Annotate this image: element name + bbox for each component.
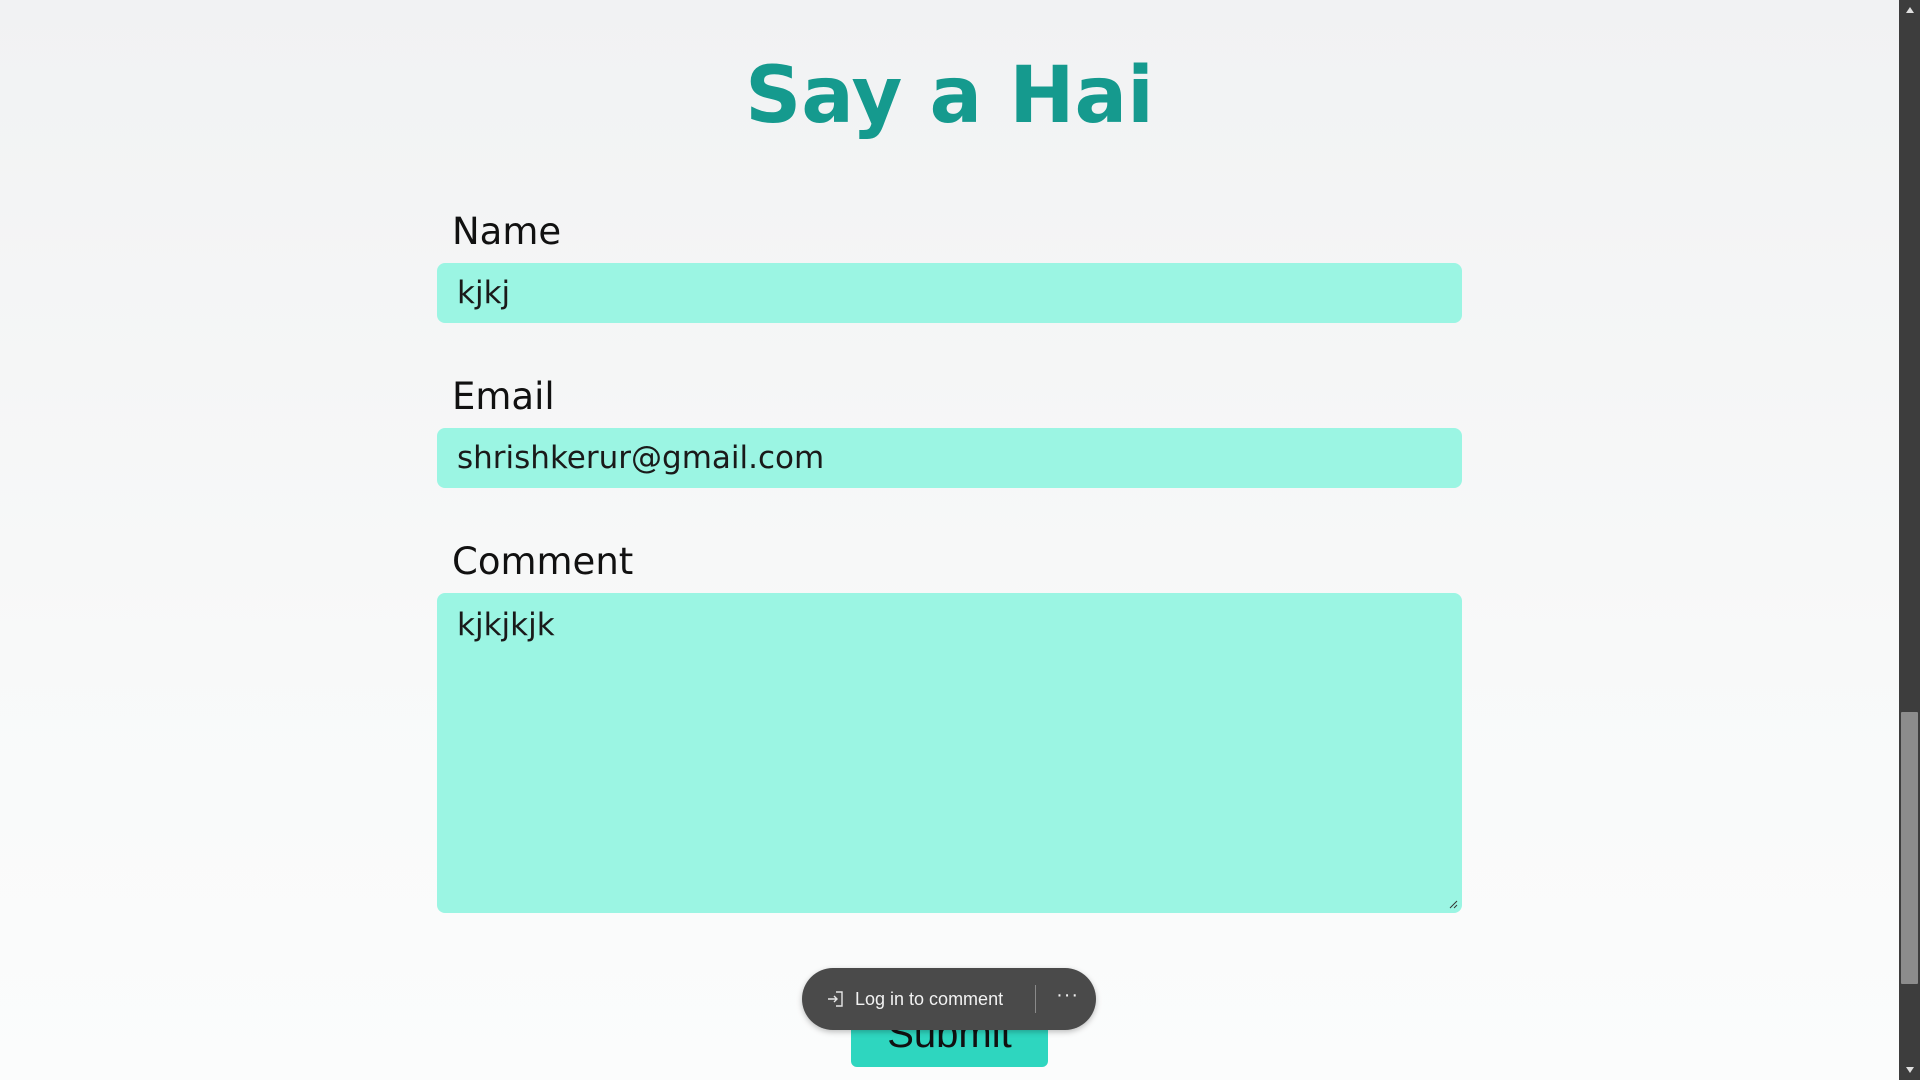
more-options-icon[interactable]: ··· — [1056, 985, 1079, 1013]
resize-grip-icon[interactable] — [1448, 899, 1458, 909]
comment-textarea-value: kjkjkjk — [457, 607, 555, 643]
login-arrow-icon — [828, 991, 843, 1007]
login-toast: Log in to comment ··· — [802, 968, 1096, 1030]
page-title: Say a Hai — [745, 51, 1154, 141]
name-label: Name — [452, 210, 562, 253]
email-input[interactable]: shrishkerur@gmail.com — [437, 428, 1462, 488]
email-input-value: shrishkerur@gmail.com — [457, 440, 825, 476]
contact-form-page: Say a Hai Name kjkj Email shrishkerur@gm… — [0, 0, 1899, 1080]
scroll-thumb[interactable] — [1901, 712, 1918, 984]
scroll-down-arrow-icon[interactable] — [1899, 1060, 1920, 1080]
vertical-scrollbar[interactable] — [1899, 0, 1920, 1080]
email-label: Email — [452, 375, 555, 418]
name-input-value: kjkj — [457, 275, 511, 311]
comment-label: Comment — [452, 540, 634, 583]
comment-textarea[interactable]: kjkjkjk — [437, 593, 1462, 913]
login-to-comment-label: Log in to comment — [855, 988, 1004, 1009]
scroll-up-arrow-icon[interactable] — [1899, 0, 1920, 20]
name-input[interactable]: kjkj — [437, 263, 1462, 323]
toast-divider — [1035, 985, 1037, 1013]
login-to-comment-button[interactable]: Log in to comment — [802, 968, 1003, 1030]
